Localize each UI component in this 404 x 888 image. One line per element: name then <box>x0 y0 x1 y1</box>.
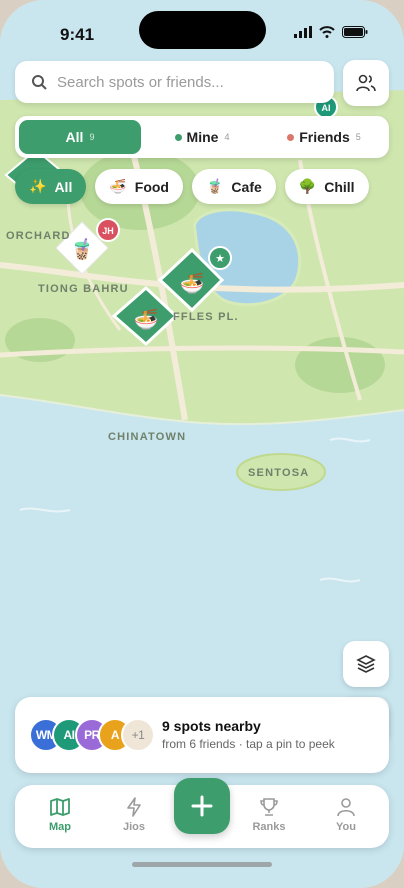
chip-all[interactable]: ✨ All <box>15 169 87 204</box>
lightning-icon <box>127 797 141 817</box>
status-time: 9:41 <box>60 25 95 44</box>
search-icon <box>32 75 47 90</box>
segment-all-label: All <box>65 129 84 145</box>
sparkles-icon: ✨ <box>29 178 47 194</box>
people-icon <box>356 74 376 92</box>
segment-mine[interactable]: Mine 4 <box>141 120 263 154</box>
category-chips: ✨ All 🍜 Food 🧋 Cafe 🌳 Chill <box>15 169 369 204</box>
map-label-chinatown: CHINATOWN <box>108 431 187 443</box>
map-label-orchard: ORCHARD <box>6 230 71 242</box>
status-bar: 9:41 <box>0 0 404 60</box>
wifi-icon <box>319 26 335 38</box>
friends-button[interactable] <box>343 60 389 106</box>
search-bar[interactable] <box>15 61 334 103</box>
segment-all[interactable]: All 9 <box>19 120 141 154</box>
map-icon <box>50 798 70 816</box>
signal-icon <box>294 26 312 38</box>
nearby-title: 9 spots nearby <box>162 718 261 734</box>
chip-chill[interactable]: 🌳 Chill <box>284 169 369 204</box>
phone-frame: 🧋 JH 🍜 ★ 🍜 AI ORCHARD TIONG BAHRU FFLES … <box>0 0 404 888</box>
tab-ranks-label: Ranks <box>252 821 286 833</box>
tab-jios[interactable]: Jios <box>104 797 164 833</box>
segment-friends[interactable]: Friends 5 <box>263 120 385 154</box>
add-spot-button[interactable] <box>174 778 230 834</box>
dynamic-island <box>139 11 266 49</box>
segment-friends-label: Friends <box>299 129 350 145</box>
segment-all-count: 9 <box>89 132 95 142</box>
tree-icon: 🌳 <box>298 178 317 194</box>
search-input[interactable] <box>57 73 317 91</box>
noodle-bowl-icon: 🍜 <box>109 178 127 194</box>
avatar-overflow: +1 <box>121 718 155 752</box>
chip-cafe[interactable]: 🧋 Cafe <box>191 169 276 204</box>
map-label-raffles-place: FFLES PL. <box>173 311 239 323</box>
mine-dot-icon <box>174 133 182 141</box>
noodle-bowl-icon: 🍜 <box>180 272 205 295</box>
tab-jios-label: Jios <box>122 821 145 833</box>
chip-food-label: Food <box>134 178 169 195</box>
plus-icon <box>191 795 213 817</box>
layers-button[interactable] <box>343 641 389 687</box>
tab-you-label: You <box>336 821 356 833</box>
coffee-icon: 🧋 <box>70 237 95 261</box>
friends-dot-icon <box>287 133 295 141</box>
battery-icon <box>342 26 368 38</box>
segment-mine-count: 4 <box>224 132 230 142</box>
star-icon: ★ <box>215 253 225 265</box>
segment-friends-count: 5 <box>355 132 361 142</box>
chip-food[interactable]: 🍜 Food <box>95 169 183 204</box>
chip-chill-label: Chill <box>324 178 355 195</box>
chip-cafe-label: Cafe <box>231 178 262 195</box>
tab-map[interactable]: Map <box>30 797 90 833</box>
map-label-sentosa: SENTOSA <box>248 467 310 479</box>
trophy-icon <box>260 798 278 816</box>
home-indicator <box>132 862 272 867</box>
chip-all-label: All <box>54 178 73 195</box>
tab-ranks[interactable]: Ranks <box>239 797 299 833</box>
tab-you[interactable]: You <box>316 797 376 833</box>
person-icon <box>337 798 355 817</box>
nearby-card[interactable]: WM AI PR A +1 9 spots nearby from 6 frie… <box>15 697 389 773</box>
pin-badge-ai: AI <box>322 103 331 113</box>
nearby-subtitle: from 6 friends · tap a pin to peek <box>162 737 335 751</box>
friend-avatars: WM AI PR A +1 <box>29 718 155 752</box>
tab-map-label: Map <box>49 821 71 833</box>
filter-segments: All 9 Mine 4 Friends 5 <box>15 116 389 158</box>
map-label-tiong-bahru: TIONG BAHRU <box>38 283 129 295</box>
coffee-icon: 🧋 <box>205 178 224 194</box>
pin-badge-jh: JH <box>102 226 114 236</box>
segment-mine-label: Mine <box>186 129 219 145</box>
noodle-bowl-icon: 🍜 <box>134 308 159 331</box>
layers-icon <box>356 655 376 673</box>
